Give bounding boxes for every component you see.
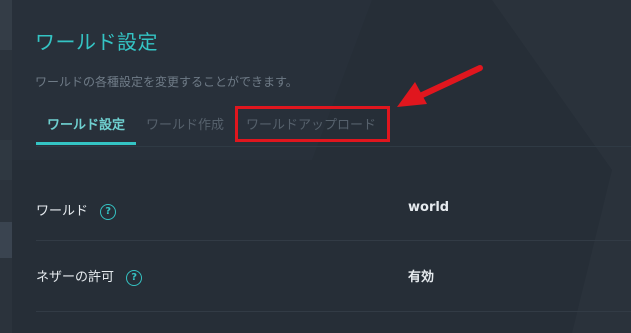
setting-label-text: ネザーの許可	[36, 270, 115, 285]
setting-row-world: ワールド ? world	[36, 178, 631, 241]
setting-value[interactable]: world	[408, 200, 449, 215]
setting-label: ワールド ?	[36, 200, 117, 220]
tab-world-settings[interactable]: ワールド設定	[36, 108, 136, 145]
sidebar-segment	[0, 0, 12, 50]
settings-panel: ワールド設定 ワールドの各種設定を変更することができます。 ワールド設定 ワール…	[12, 0, 631, 333]
setting-label-text: ワールド	[36, 204, 89, 219]
sidebar-segment	[0, 140, 12, 180]
question-circle-icon[interactable]: ?	[100, 203, 117, 220]
tab-world-create[interactable]: ワールド作成	[146, 108, 224, 144]
page-title: ワールド設定	[35, 30, 158, 54]
setting-row-nether: ネザーの許可 ? 有効	[36, 241, 631, 312]
sidebar-segment	[0, 222, 12, 258]
page-subtitle: ワールドの各種設定を変更することができます。	[35, 75, 298, 89]
setting-value[interactable]: 有効	[408, 266, 434, 285]
question-circle-icon[interactable]: ?	[126, 269, 143, 286]
left-sidebar-strip	[0, 0, 12, 333]
annotation-highlight-box	[235, 106, 390, 142]
setting-label: ネザーの許可 ?	[36, 266, 143, 286]
